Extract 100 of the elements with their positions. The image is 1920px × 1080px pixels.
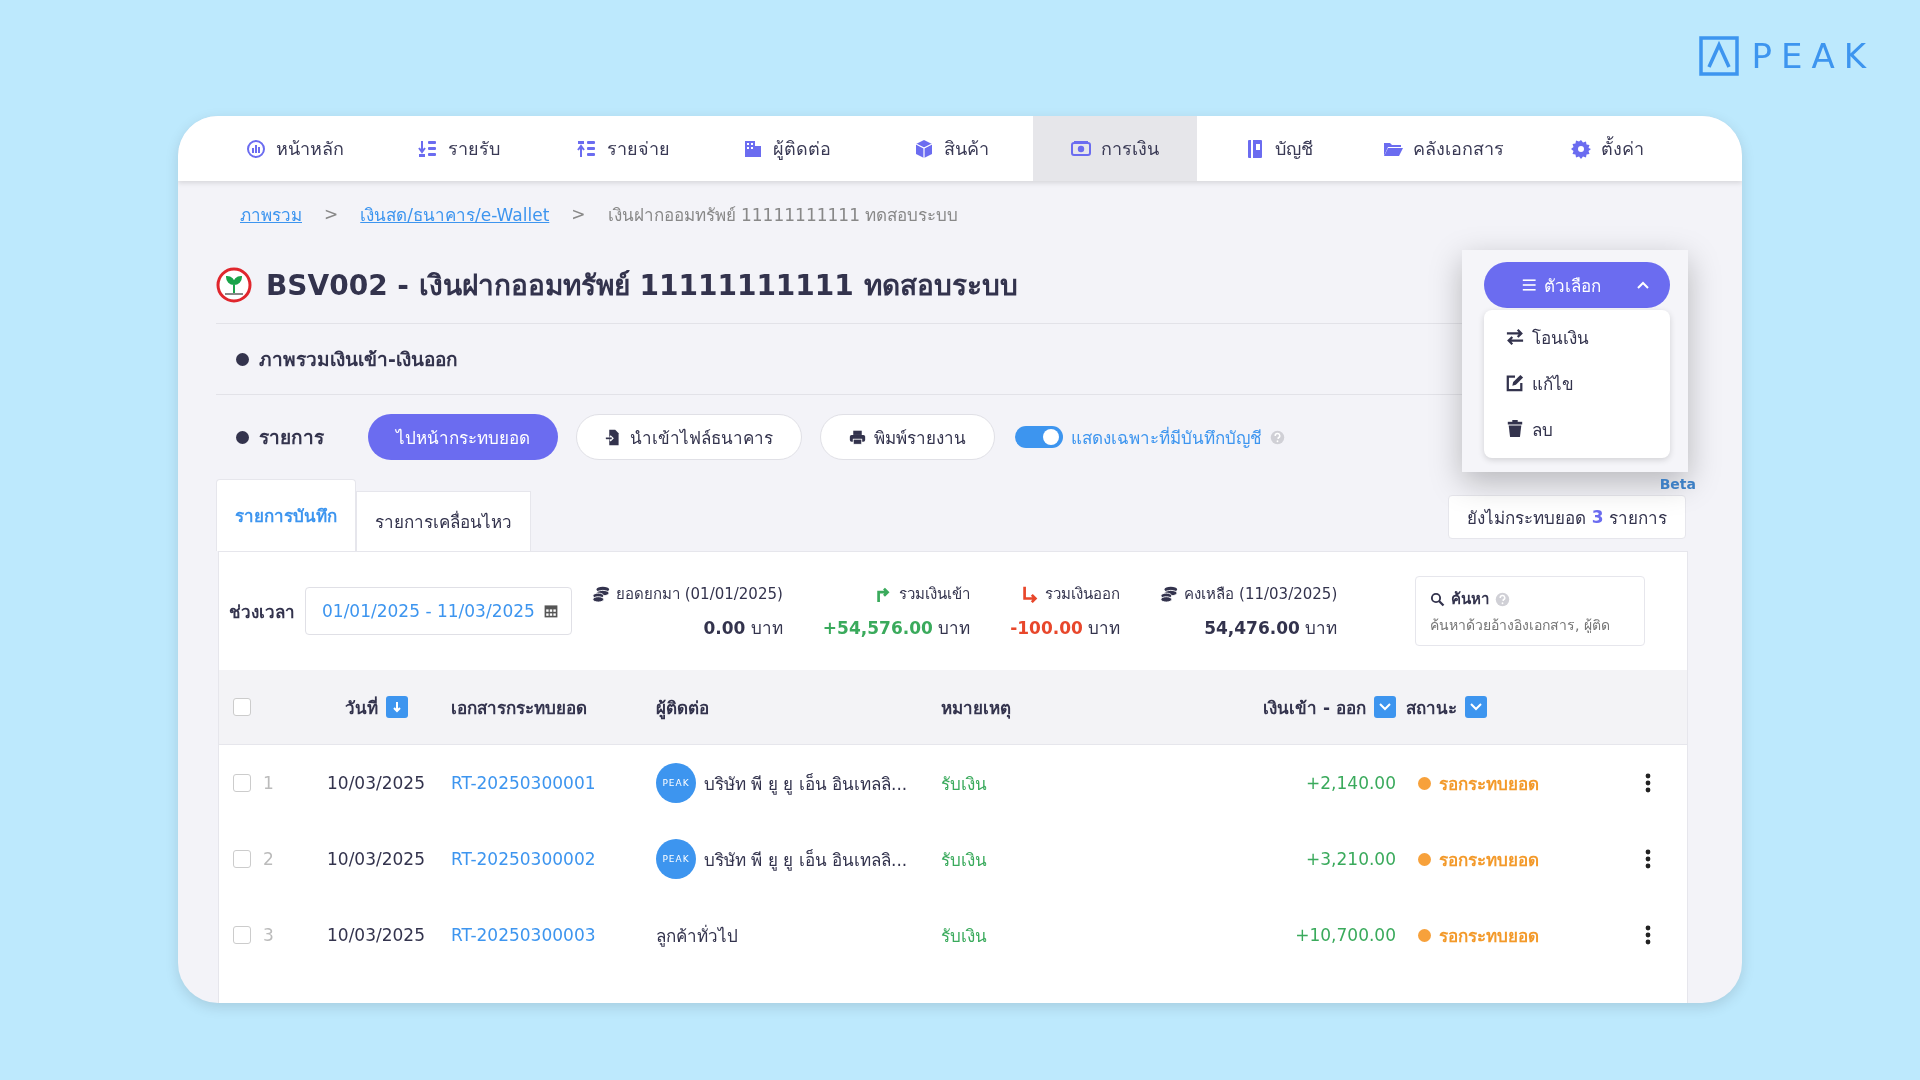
note-cell-text: รับเงิน bbox=[941, 924, 987, 948]
nav-tab[interactable]: ผู้ติดต่อ bbox=[705, 116, 869, 181]
section-heading: ภาพรวมเงินเข้า-เงินออก bbox=[259, 347, 458, 372]
date-cell: 10/03/2025 bbox=[327, 773, 425, 793]
arrow-down-icon bbox=[391, 701, 402, 713]
summary-label: รวมเงินเข้า bbox=[899, 583, 971, 605]
amount-cell: +10,700.00 bbox=[1295, 925, 1396, 945]
summary-amount: 0.00 บาท bbox=[703, 616, 783, 640]
coins-icon bbox=[1160, 584, 1179, 603]
summary-amount: +54,576.00 บาท bbox=[822, 616, 971, 640]
file-import-icon bbox=[605, 428, 622, 446]
nav-tab[interactable]: รายรับ bbox=[377, 116, 541, 181]
filter-dropdown-button[interactable] bbox=[1374, 696, 1396, 718]
bullet-icon bbox=[236, 352, 249, 366]
contact-cell-text: บริษัท พี ยู ยู เอ็น อินเทลลิ... bbox=[704, 772, 908, 797]
trash-icon bbox=[1506, 420, 1524, 438]
gauge-icon bbox=[246, 138, 266, 159]
row-checkbox[interactable] bbox=[233, 774, 251, 792]
building-icon bbox=[743, 138, 763, 159]
chevron-down-icon bbox=[1379, 703, 1391, 711]
banknote-icon bbox=[1071, 138, 1091, 159]
bank-logo-icon bbox=[216, 267, 252, 303]
print-report-button[interactable]: พิมพ์รายงาน bbox=[820, 414, 995, 460]
chevron-down-icon bbox=[1470, 703, 1482, 711]
row-checkbox[interactable] bbox=[233, 850, 251, 868]
column-header: สถานะ bbox=[1406, 696, 1457, 720]
period-label: ช่วงเวลา bbox=[229, 600, 295, 624]
menu-item[interactable]: ลบ bbox=[1484, 406, 1670, 452]
help-icon bbox=[1270, 429, 1285, 445]
status-dot bbox=[1418, 776, 1431, 790]
cube-icon bbox=[913, 138, 934, 159]
list-up-arrow-icon bbox=[576, 138, 597, 159]
nav-tab[interactable]: รายจ่าย bbox=[541, 116, 705, 181]
summary-amount: 54,476.00 บาท bbox=[1204, 616, 1338, 640]
summary-label: คงเหลือ (11/03/2025) bbox=[1184, 583, 1338, 605]
status-dot bbox=[1418, 852, 1431, 866]
calendar-icon bbox=[542, 603, 559, 619]
page-title: BSV002 - เงินฝากออมทรัพย์ 11111111111 ทดสอบระบบ bbox=[266, 268, 1018, 304]
book-icon bbox=[1245, 138, 1265, 159]
edit-icon bbox=[1506, 374, 1524, 392]
row-number: 3 bbox=[263, 925, 275, 945]
breadcrumb-separator: > bbox=[571, 204, 586, 224]
printer-icon bbox=[849, 428, 866, 446]
nav-tab[interactable]: การเงิน bbox=[1033, 116, 1197, 181]
list-down-arrow-icon bbox=[418, 138, 438, 159]
nav-tab[interactable]: บัญชี bbox=[1197, 116, 1361, 181]
options-button[interactable]: ตัวเลือก bbox=[1484, 262, 1670, 308]
amount-cell: +3,210.00 bbox=[1306, 849, 1396, 869]
row-number: 1 bbox=[263, 773, 275, 793]
toggle-switch[interactable] bbox=[1015, 426, 1063, 448]
summary-label: ยอดยกมา (01/01/2025) bbox=[615, 583, 783, 605]
contact-cell-text: บริษัท พี ยู ยู เอ็น อินเทลลิ... bbox=[704, 848, 908, 873]
select-all-checkbox[interactable] bbox=[233, 698, 251, 716]
summary-label: รวมเงินออก bbox=[1045, 583, 1121, 605]
beta-label: Beta bbox=[1659, 476, 1696, 492]
note-cell-text: รับเงิน bbox=[941, 848, 987, 872]
nav-tab[interactable]: สินค้า bbox=[869, 116, 1033, 181]
settings-icon bbox=[1570, 138, 1591, 159]
mountain-logo-icon bbox=[1699, 36, 1740, 76]
status-dot bbox=[1418, 928, 1431, 942]
status-label: รอกระทบยอด bbox=[1439, 848, 1539, 872]
filter-dropdown-button[interactable] bbox=[1465, 696, 1487, 718]
section-heading: รายการ bbox=[259, 425, 324, 450]
menu-item[interactable]: แก้ไข bbox=[1484, 360, 1670, 406]
outflow-arrow-icon bbox=[1021, 584, 1040, 603]
note-cell-text: รับเงิน bbox=[941, 772, 987, 796]
nav-tab[interactable]: ตั้งค่า bbox=[1525, 116, 1689, 181]
help-icon bbox=[1495, 591, 1510, 607]
status-label: รอกระทบยอด bbox=[1439, 924, 1539, 948]
column-header: วันที่ bbox=[344, 695, 378, 720]
amount-cell: +2,140.00 bbox=[1306, 773, 1396, 793]
bullet-icon bbox=[236, 430, 249, 444]
column-header: เอกสารกระทบยอด bbox=[451, 696, 587, 720]
row-checkbox[interactable] bbox=[233, 926, 251, 944]
brand-name: PEAK bbox=[1751, 39, 1875, 73]
import-file-button[interactable]: นำเข้าไฟล์ธนาคาร bbox=[576, 414, 802, 460]
search-label: ค้นหา bbox=[1451, 589, 1489, 610]
date-cell: 10/03/2025 bbox=[327, 925, 425, 945]
toggle-label: แสดงเฉพาะที่มีบันทึกบัญชี bbox=[1071, 425, 1262, 450]
exchange-arrows-icon bbox=[1506, 328, 1524, 346]
search-icon bbox=[1430, 591, 1445, 607]
tab[interactable]: รายการเคลื่อนไหว bbox=[356, 491, 531, 551]
date-cell: 10/03/2025 bbox=[327, 849, 425, 869]
breadcrumb-separator: > bbox=[324, 204, 339, 224]
contact-cell-text: ลูกค้าทั่วไป bbox=[656, 923, 738, 949]
nav-tab[interactable]: คลังเอกสาร bbox=[1361, 116, 1525, 181]
contact-avatar: PEAK bbox=[656, 839, 696, 879]
unreconciled-count: ยังไม่กระทบยอด 3 รายการ bbox=[1448, 495, 1686, 539]
breadcrumb-current: เงินฝากออมทรัพย์ 11111111111 ทดสอบระบบ bbox=[607, 203, 959, 227]
column-header: เงินเข้า - ออก bbox=[1263, 696, 1366, 720]
coins-icon bbox=[591, 584, 610, 603]
nav-tab[interactable]: หน้าหลัก bbox=[213, 116, 377, 181]
reconcile-button[interactable]: ไปหน้ากระทบยอด bbox=[368, 414, 558, 460]
menu-item[interactable]: โอนเงิน bbox=[1484, 314, 1670, 360]
status-label: รอกระทบยอด bbox=[1439, 772, 1539, 796]
menu-icon bbox=[1522, 277, 1538, 293]
sort-button[interactable] bbox=[385, 696, 408, 718]
column-header: ผู้ติดต่อ bbox=[656, 696, 709, 721]
column-header: หมายเหตุ bbox=[941, 696, 1011, 721]
row-number: 2 bbox=[263, 849, 275, 869]
